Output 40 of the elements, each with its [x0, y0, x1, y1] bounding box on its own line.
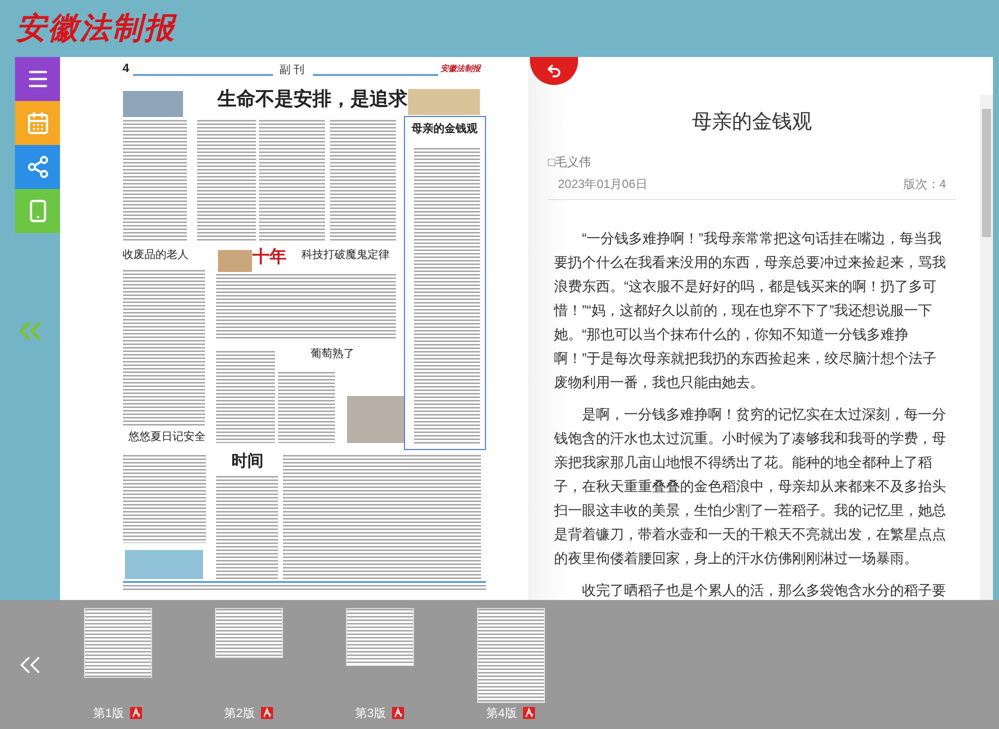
pdf-icon[interactable] — [392, 707, 404, 719]
section-title: 副 刊 — [280, 65, 305, 76]
headline[interactable]: 悠悠夏日记安全 — [128, 432, 206, 443]
scrollbar[interactable] — [980, 95, 993, 600]
pdf-icon[interactable] — [260, 707, 273, 719]
headline[interactable]: 收废品的老人 — [122, 250, 188, 261]
photo-placeholder — [346, 396, 404, 443]
pdf-icon[interactable] — [130, 707, 142, 719]
page-thumbnail[interactable] — [346, 608, 414, 666]
logo: 安徽法制报 — [16, 11, 176, 47]
article-title: 母亲的金钱观 — [691, 110, 813, 135]
newspaper-page[interactable]: 4 副 刊 安徽法制报 生命不是安排，是追求 收废品的老人 十年 科技打破魔鬼定律 葡萄熟了 悠悠夏日记安全 时间 母亲的金钱观 — [122, 62, 486, 592]
photo-placeholder — [122, 91, 182, 117]
article-paragraph: 是啊，一分钱多难挣啊！贫穷的记忆实在太过深刻，每一分钱饱含的汗水也太过沉重。小时候为了凑够我和我哥的学费，母亲把我家那几亩山地恨不得绣出了花。能种的地全都种上了稻子，在秋天重重叠叠的金色稻浪中，母亲却从来都来不及多抬头扫一眼这丰收的美景，生怕少割了一茬稻子。我的记忆里，她总是背着镰刀，带着水壶和一天的干粮天不亮就出发，在繁星点点的夜里佝偻着腰回家，身上的汗水仿佛刚刚淋过一场暴雨。 — [554, 405, 947, 568]
headline[interactable]: 葡萄熟了 — [310, 349, 354, 360]
share-icon — [26, 155, 50, 179]
scrollbar-thumb[interactable] — [982, 109, 991, 237]
toolbar-button[interactable] — [15, 145, 60, 189]
toolbar-button[interactable] — [15, 57, 60, 101]
pdf-icon[interactable] — [522, 707, 535, 719]
back-arrow-icon — [546, 63, 562, 79]
page-thumbnail[interactable] — [476, 608, 544, 703]
highlight-frame[interactable] — [404, 116, 486, 450]
headline[interactable]: 时间 — [232, 454, 264, 470]
headline[interactable]: 十年 — [252, 248, 286, 265]
article-paragraph: “一分钱多难挣啊！”我母亲常常把这句话挂在嘴边，每当我要扔个什么在我看来没用的东西，母亲总要冲过来捡起来，骂我浪费东西。“这衣服不是好好的吗，都是钱买来的啊！扔了多可惜！”“妈，这都好久以前的，现在也穿不下了”我还想说服一下她。“那也可以当个抹布什么的，你知不知道一分钱多难挣啊！”于是每次母亲就把我扔的东西捡起来，绞尽脑汁想个法子废物利用一番，我也只能由她去。 — [554, 229, 947, 392]
publish-date: 2023年01月06日 — [558, 176, 648, 193]
article-paragraph: 收完了晒稻子也是个累人的活，那么多袋饱含水分的稻子要 — [581, 581, 947, 600]
author: □毛义伟 — [548, 154, 592, 171]
page-thumbnail[interactable] — [84, 608, 152, 678]
headline[interactable]: 母亲的金钱观 — [412, 124, 478, 135]
masthead: 安徽法制报 — [440, 65, 480, 73]
edition-number: 版次：4 — [903, 176, 946, 193]
page-thumbnail[interactable] — [214, 608, 282, 658]
headline[interactable]: 生命不是安排，是追求 — [218, 90, 408, 109]
headline[interactable]: 科技打破魔鬼定律 — [302, 250, 390, 261]
page-number: 4 — [122, 62, 130, 74]
calendar-icon — [26, 111, 50, 135]
photo-placeholder — [408, 89, 480, 115]
banner-placeholder — [218, 250, 252, 272]
